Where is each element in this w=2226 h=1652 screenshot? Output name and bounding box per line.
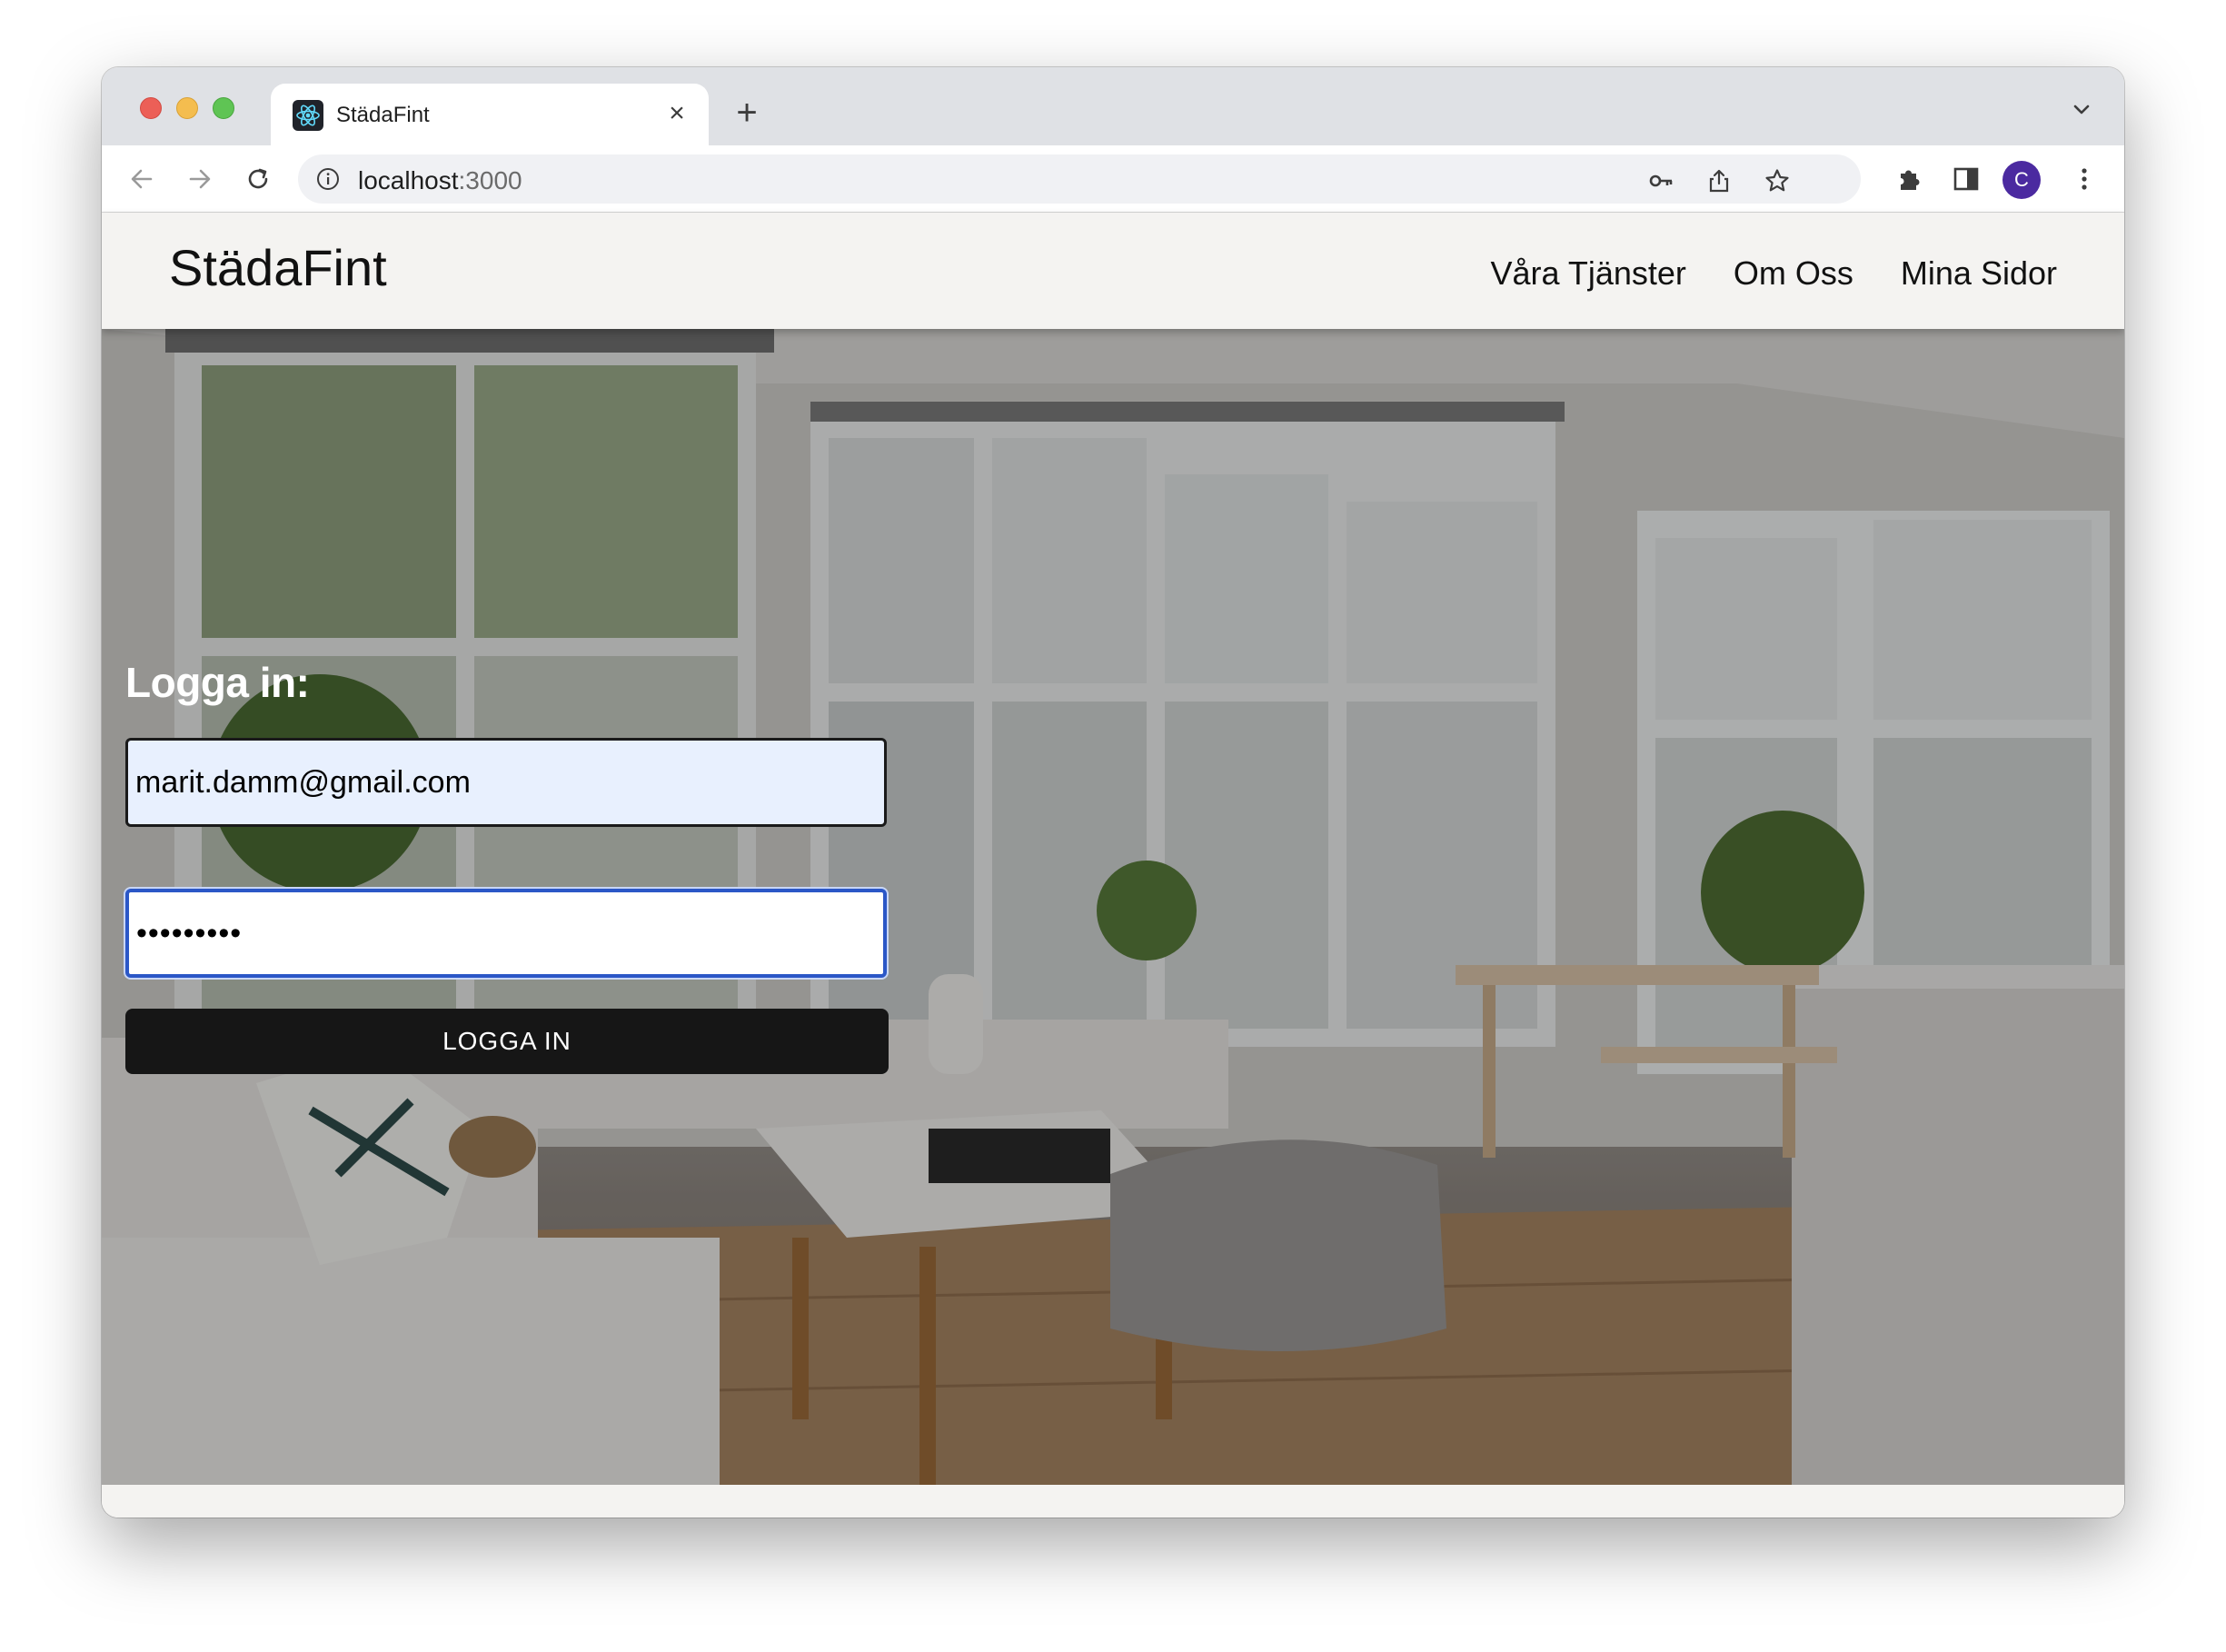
sidepanel-icon[interactable] <box>1950 163 1983 195</box>
react-favicon <box>293 100 323 131</box>
web-page: StädaFint Våra Tjänster Om Oss Mina Sido… <box>102 213 2124 1518</box>
key-icon[interactable] <box>1648 168 1674 194</box>
new-tab-button[interactable]: + <box>727 93 767 133</box>
maximize-window-button[interactable] <box>213 97 234 119</box>
minimize-window-button[interactable] <box>176 97 198 119</box>
extensions-icon[interactable] <box>1893 163 1926 195</box>
login-form: Logga in: LOGGA IN <box>125 658 889 1074</box>
main-nav: Våra Tjänster Om Oss Mina Sidor <box>1490 254 2057 293</box>
tab-strip: StädaFint × + <box>102 67 2124 145</box>
site-logo[interactable]: StädaFint <box>169 238 387 297</box>
back-icon[interactable] <box>125 163 158 195</box>
nav-link-my-pages[interactable]: Mina Sidor <box>1901 254 2057 293</box>
address-bar[interactable]: localhost:3000 <box>298 154 1861 204</box>
browser-toolbar: localhost:3000 C <box>102 145 2124 213</box>
close-tab-icon[interactable]: × <box>661 98 692 129</box>
forward-icon[interactable] <box>184 163 216 195</box>
star-icon[interactable] <box>1764 168 1790 194</box>
login-button[interactable]: LOGGA IN <box>125 1009 889 1074</box>
chevron-down-icon[interactable] <box>2066 95 2097 125</box>
share-icon[interactable] <box>1706 168 1732 194</box>
hero-background-image: Logga in: LOGGA IN <box>102 329 2124 1485</box>
tab-title: StädaFint <box>336 103 430 127</box>
browser-window: StädaFint × + localhost:3000 C StädaFint… <box>102 67 2124 1518</box>
active-tab[interactable]: StädaFint × <box>271 84 709 145</box>
email-field[interactable] <box>125 738 887 827</box>
nav-link-about[interactable]: Om Oss <box>1734 254 1853 293</box>
site-header: StädaFint Våra Tjänster Om Oss Mina Sido… <box>102 213 2124 329</box>
info-icon[interactable] <box>316 167 340 191</box>
page-footer-strip <box>102 1485 2124 1518</box>
url-text[interactable]: localhost:3000 <box>358 166 522 195</box>
nav-link-services[interactable]: Våra Tjänster <box>1490 254 1685 293</box>
reload-icon[interactable] <box>242 163 274 195</box>
password-field[interactable] <box>125 889 887 978</box>
more-icon[interactable] <box>2068 163 2101 195</box>
login-heading: Logga in: <box>125 659 310 706</box>
profile-avatar[interactable]: C <box>2002 161 2041 199</box>
close-window-button[interactable] <box>140 97 162 119</box>
